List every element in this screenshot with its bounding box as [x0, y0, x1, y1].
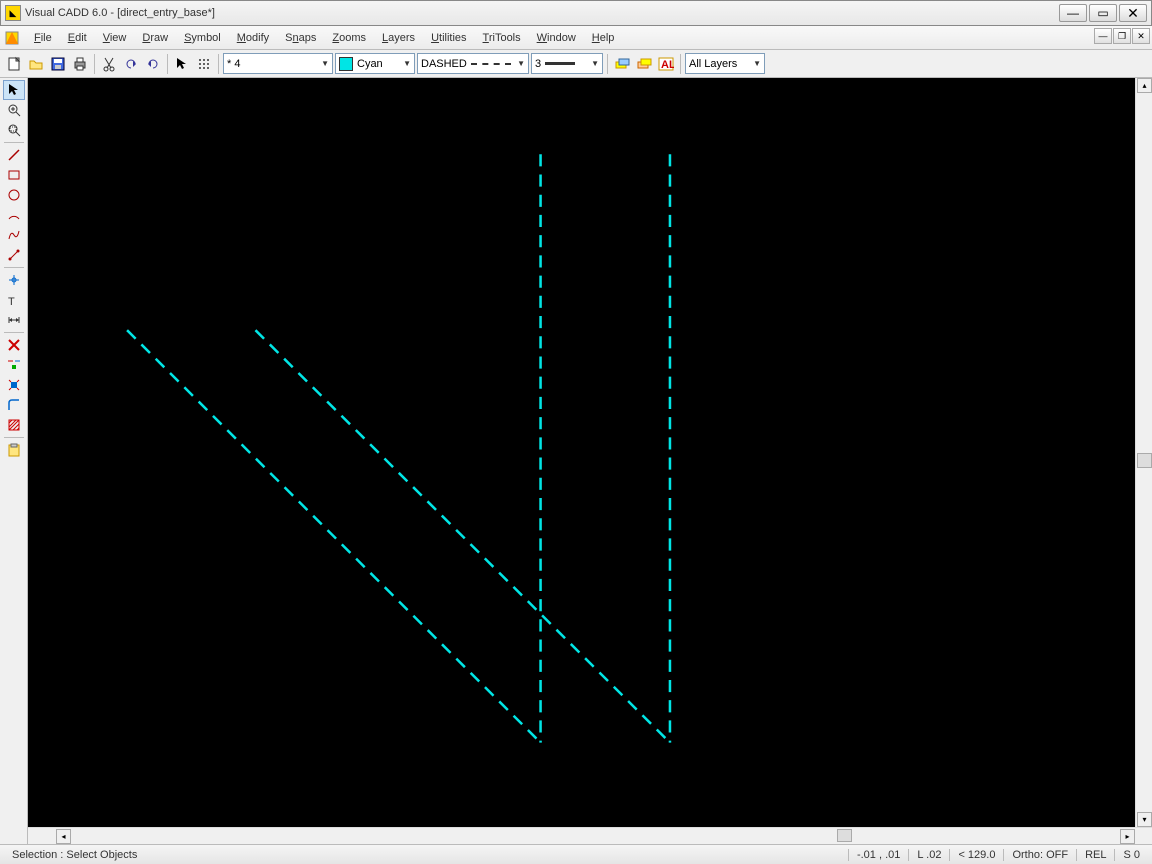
dimension-linear-tool[interactable] [3, 310, 25, 330]
lineweight-preview [545, 62, 575, 65]
dropdown-arrow-icon: ▼ [591, 59, 599, 68]
svg-text:AL: AL [661, 59, 674, 71]
menu-edit[interactable]: Edit [60, 29, 95, 47]
menu-help[interactable]: Help [584, 29, 623, 47]
rectangle-tool[interactable] [3, 165, 25, 185]
lineweight-combo[interactable]: 3▼ [531, 53, 603, 74]
scroll-left-button[interactable]: ◂ [56, 829, 71, 844]
window-title: Visual CADD 6.0 - [direct_entry_base*] [25, 7, 215, 19]
menu-bar: FileEditViewDrawSymbolModifySnapsZoomsLa… [0, 26, 1152, 50]
new-file-icon[interactable] [4, 54, 24, 74]
redo-icon[interactable] [143, 54, 163, 74]
status-snap[interactable]: S 0 [1114, 849, 1148, 861]
menu-symbol[interactable]: Symbol [176, 29, 229, 47]
hscroll-thumb[interactable] [837, 829, 852, 842]
layer-tool3-icon[interactable]: AL [656, 54, 676, 74]
mdi-minimize[interactable]: — [1094, 28, 1112, 44]
menu-utilities[interactable]: Utilities [423, 29, 474, 47]
menu-window[interactable]: Window [529, 29, 584, 47]
status-coords: -.01 , .01 [848, 849, 908, 861]
break-tool[interactable] [3, 355, 25, 375]
minimize-button[interactable]: — [1059, 4, 1087, 22]
curve-tool[interactable] [3, 225, 25, 245]
menu-draw[interactable]: Draw [134, 29, 176, 47]
print-icon[interactable] [70, 54, 90, 74]
open-file-icon[interactable] [26, 54, 46, 74]
menu-modify[interactable]: Modify [229, 29, 277, 47]
menu-view[interactable]: View [95, 29, 135, 47]
status-length: L .02 [908, 849, 949, 861]
horizontal-scrollbar[interactable]: ◂▸ [28, 827, 1152, 844]
line-tool[interactable] [3, 145, 25, 165]
layer-tool2-icon[interactable] [634, 54, 654, 74]
dimension-tool[interactable] [3, 245, 25, 265]
linetype-value: DASHED [421, 58, 467, 70]
dropdown-arrow-icon: ▼ [321, 59, 329, 68]
explode-tool[interactable] [3, 375, 25, 395]
delete-tool[interactable] [3, 335, 25, 355]
grid-icon[interactable] [194, 54, 214, 74]
scroll-up-button[interactable]: ▴ [1137, 78, 1152, 93]
main-toolbar: * 4▼Cyan▼DASHED▼3▼ALAll Layers▼ [0, 50, 1152, 78]
left-toolbar: T [0, 78, 28, 844]
close-button[interactable]: ✕ [1119, 4, 1147, 22]
zoom-window-tool[interactable] [3, 120, 25, 140]
status-prompt: Selection : Select Objects [4, 849, 145, 861]
linetype-combo[interactable]: DASHED ▼ [417, 53, 529, 74]
scroll-down-button[interactable]: ▾ [1137, 812, 1152, 827]
layer-tool1-icon[interactable] [612, 54, 632, 74]
title-bar: ◣ Visual CADD 6.0 - [direct_entry_base*] —… [0, 0, 1152, 26]
clipboard-tool[interactable] [3, 440, 25, 460]
point-style-combo[interactable]: * 4 ▼ [223, 53, 333, 74]
point-style-value: * 4 [227, 58, 240, 70]
app-menu-icon[interactable] [2, 29, 22, 47]
lineweight-value: 3 [535, 58, 541, 70]
arc-tool[interactable] [3, 205, 25, 225]
mdi-restore[interactable]: ❐ [1113, 28, 1131, 44]
menu-file[interactable]: File [26, 29, 60, 47]
save-icon[interactable] [48, 54, 68, 74]
status-ortho[interactable]: Ortho: OFF [1003, 849, 1076, 861]
menu-layers[interactable]: Layers [374, 29, 423, 47]
color-value: Cyan [357, 58, 383, 70]
maximize-button[interactable]: ▭ [1089, 4, 1117, 22]
vscroll-thumb[interactable] [1137, 453, 1152, 468]
select-arrow-icon[interactable] [172, 54, 192, 74]
menu-snaps[interactable]: Snaps [277, 29, 324, 47]
drawing-canvas[interactable] [28, 78, 1135, 827]
status-angle: < 129.0 [949, 849, 1003, 861]
dropdown-arrow-icon: ▼ [403, 59, 411, 68]
layer-combo[interactable]: All Layers ▼ [685, 53, 765, 74]
undo-icon[interactable] [121, 54, 141, 74]
circle-tool[interactable] [3, 185, 25, 205]
dropdown-arrow-icon: ▼ [517, 59, 525, 68]
fillet-tool[interactable] [3, 395, 25, 415]
dropdown-arrow-icon: ▼ [753, 59, 761, 68]
app-icon: ◣ [5, 5, 21, 21]
text-tool[interactable]: T [3, 290, 25, 310]
layer-value: All Layers [689, 58, 737, 70]
menu-zooms[interactable]: Zooms [324, 29, 374, 47]
scroll-right-button[interactable]: ▸ [1120, 829, 1135, 844]
menu-tritools[interactable]: TriTools [475, 29, 529, 47]
status-bar: Selection : Select Objects -.01 , .01L .0… [0, 844, 1152, 864]
cut-icon[interactable] [99, 54, 119, 74]
zoom-in-tool[interactable] [3, 100, 25, 120]
hatch-tool[interactable] [3, 415, 25, 435]
vertical-scrollbar[interactable]: ▴▾ [1135, 78, 1152, 827]
drawing-content [28, 78, 1135, 827]
status-mode[interactable]: REL [1076, 849, 1114, 861]
svg-text:T: T [8, 296, 15, 308]
pointer-tool[interactable] [3, 80, 25, 100]
mdi-close[interactable]: ✕ [1132, 28, 1150, 44]
color-swatch [339, 57, 353, 71]
linetype-preview [471, 63, 511, 65]
point-tool[interactable] [3, 270, 25, 290]
color-combo[interactable]: Cyan ▼ [335, 53, 415, 74]
